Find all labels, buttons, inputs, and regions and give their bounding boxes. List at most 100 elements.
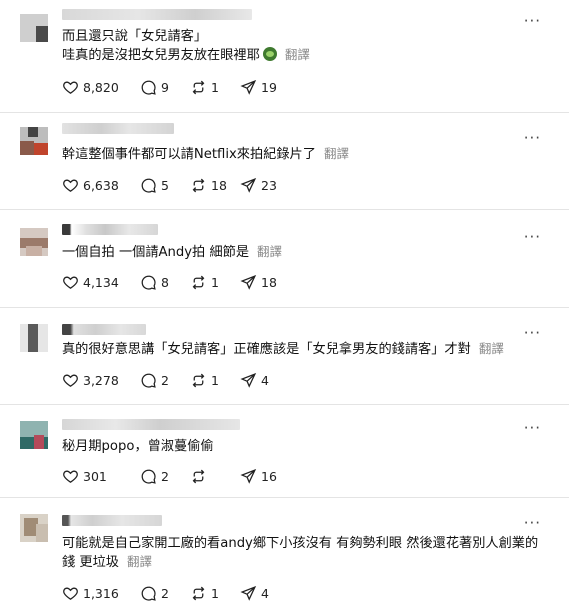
repost-count: 1 — [211, 373, 219, 388]
action-bar: 6,638 5 18 23 — [62, 177, 277, 194]
repost-button[interactable]: 1 — [190, 372, 240, 389]
share-count: 23 — [261, 178, 277, 193]
share-count: 4 — [261, 586, 269, 601]
username-blurred[interactable] — [62, 9, 252, 20]
like-button[interactable]: 3,278 — [62, 372, 140, 389]
translate-link[interactable]: 翻譯 — [324, 146, 349, 161]
username-blurred[interactable] — [62, 123, 174, 134]
share-count: 18 — [261, 275, 277, 290]
share-count: 4 — [261, 373, 269, 388]
post-text-line: 幹這整個事件都可以請Netflix來拍紀錄片了 — [62, 147, 316, 162]
send-icon — [240, 79, 257, 95]
share-button[interactable]: 16 — [240, 468, 277, 485]
share-button[interactable]: 4 — [240, 585, 271, 602]
reply-button[interactable]: 8 — [140, 274, 190, 291]
like-button[interactable]: 4,134 — [62, 274, 140, 291]
send-icon — [240, 177, 257, 193]
repost-icon — [192, 373, 205, 388]
repost-button[interactable]: 1 — [190, 274, 240, 291]
more-options-button[interactable]: ··· — [524, 326, 541, 341]
avatar[interactable] — [20, 127, 48, 155]
send-icon — [240, 274, 257, 290]
username-blurred[interactable] — [62, 419, 240, 430]
post-3: ··· 真的很好意思講「女兒請客」正確應該是「女兒拿男友的錢請客」才對 翻譯 3,… — [0, 308, 569, 404]
avatar[interactable] — [20, 228, 48, 256]
post-2: ··· 一個自拍 一個請Andy拍 細節是 翻譯 4,134 8 1 18 — [0, 210, 569, 307]
share-button[interactable]: 19 — [240, 79, 277, 96]
repost-icon — [192, 275, 205, 290]
like-button[interactable]: 6,638 — [62, 177, 140, 194]
post-text: 真的很好意思講「女兒請客」正確應該是「女兒拿男友的錢請客」才對 翻譯 — [62, 340, 549, 359]
like-button[interactable]: 301 — [62, 468, 140, 485]
like-count: 1,316 — [83, 586, 119, 601]
avatar[interactable] — [20, 421, 48, 449]
share-count: 19 — [261, 80, 277, 95]
post-text: 秘月期popo，曾淑蔓偷偷 — [62, 438, 549, 456]
repost-button[interactable]: 1 — [190, 585, 240, 602]
share-button[interactable]: 18 — [240, 274, 277, 291]
heart-icon — [63, 470, 78, 483]
more-options-button[interactable]: ··· — [524, 14, 541, 29]
post-text-line: 真的很好意思講「女兒請客」正確應該是「女兒拿男友的錢請客」才對 — [62, 342, 471, 357]
share-button[interactable]: 23 — [240, 177, 277, 194]
comment-icon — [141, 80, 156, 95]
share-count: 16 — [261, 469, 277, 484]
send-icon — [240, 585, 257, 601]
repost-icon — [192, 80, 205, 95]
more-options-button[interactable]: ··· — [524, 131, 541, 146]
post-text-line: 哇真的是沒把女兒男友放在眼裡耶 — [62, 48, 260, 63]
repost-icon — [192, 586, 205, 601]
more-options-button[interactable]: ··· — [524, 421, 541, 436]
action-bar: 301 2 16 — [62, 468, 277, 485]
avatar[interactable] — [20, 514, 48, 542]
reply-count: 2 — [161, 373, 169, 388]
reply-count: 9 — [161, 80, 169, 95]
repost-icon — [192, 178, 205, 193]
repost-count: 1 — [211, 275, 219, 290]
more-options-button[interactable]: ··· — [524, 516, 541, 531]
repost-count: 1 — [211, 80, 219, 95]
post-text-line: 一個自拍 一個請Andy拍 細節是 — [62, 245, 250, 260]
heart-icon — [63, 276, 78, 289]
repost-count: 18 — [211, 178, 227, 193]
post-5: ··· 可能就是自己家開工廠的看andy鄉下小孩沒有 有夠勢利眼 然後還花著別人… — [0, 498, 569, 614]
avatar[interactable] — [20, 324, 48, 352]
post-text-line: 秘月期popo，曾淑蔓偷偷 — [62, 439, 214, 454]
comment-icon — [141, 275, 156, 290]
reply-button[interactable]: 2 — [140, 468, 190, 485]
comment-icon — [141, 373, 156, 388]
heart-icon — [63, 81, 78, 94]
repost-button[interactable] — [190, 468, 240, 485]
reply-button[interactable]: 2 — [140, 585, 190, 602]
reply-button[interactable]: 9 — [140, 79, 190, 96]
username-blurred[interactable] — [62, 515, 162, 526]
repost-button[interactable]: 18 — [190, 177, 240, 194]
send-icon — [240, 468, 257, 484]
translate-link[interactable]: 翻譯 — [257, 244, 282, 259]
reply-count: 8 — [161, 275, 169, 290]
comment-icon — [141, 469, 156, 484]
like-count: 4,134 — [83, 275, 119, 290]
more-options-button[interactable]: ··· — [524, 230, 541, 245]
nauseated-face-icon — [262, 47, 277, 61]
translate-link[interactable]: 翻譯 — [285, 47, 310, 62]
send-icon — [240, 372, 257, 388]
translate-link[interactable]: 翻譯 — [127, 554, 152, 569]
action-bar: 3,278 2 1 4 — [62, 372, 271, 389]
action-bar: 8,820 9 1 19 — [62, 79, 277, 96]
post-text: 幹這整個事件都可以請Netflix來拍紀錄片了 翻譯 — [62, 145, 549, 164]
like-count: 301 — [83, 469, 107, 484]
post-text: 而且還只說「女兒請客」 哇真的是沒把女兒男友放在眼裡耶 翻譯 — [62, 28, 549, 65]
username-blurred[interactable] — [62, 324, 146, 335]
reply-count: 5 — [161, 178, 169, 193]
avatar[interactable] — [20, 14, 48, 42]
share-button[interactable]: 4 — [240, 372, 271, 389]
post-4: ··· 秘月期popo，曾淑蔓偷偷 301 2 16 — [0, 405, 569, 497]
reply-button[interactable]: 2 — [140, 372, 190, 389]
translate-link[interactable]: 翻譯 — [479, 341, 504, 356]
username-blurred[interactable] — [62, 224, 158, 235]
like-button[interactable]: 8,820 — [62, 79, 140, 96]
like-button[interactable]: 1,316 — [62, 585, 140, 602]
repost-button[interactable]: 1 — [190, 79, 240, 96]
reply-button[interactable]: 5 — [140, 177, 190, 194]
